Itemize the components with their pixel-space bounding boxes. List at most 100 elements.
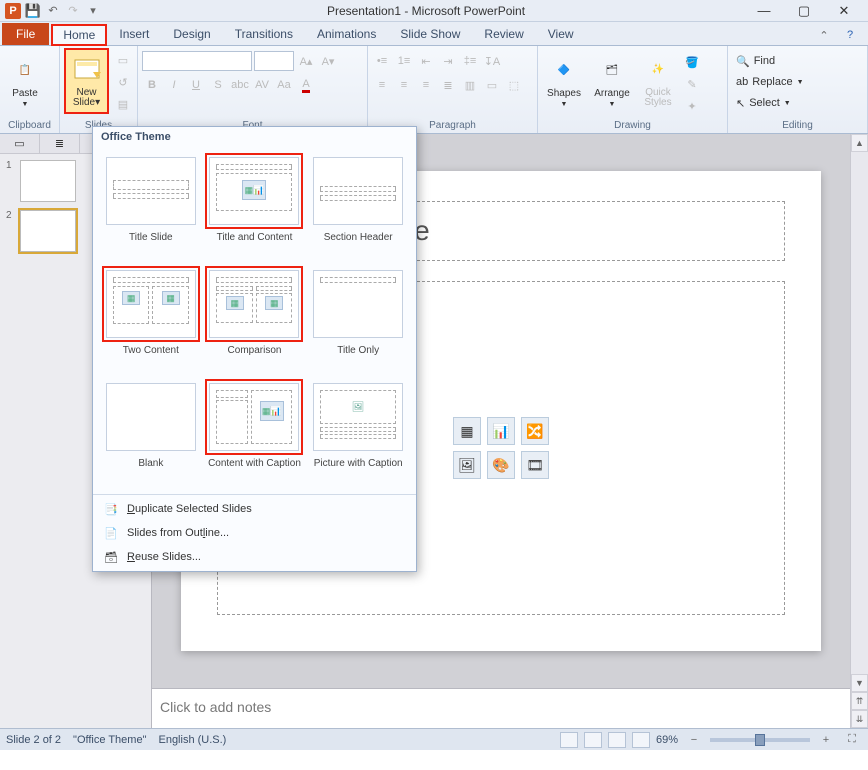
close-button[interactable]: ✕ xyxy=(830,1,858,21)
zoom-level[interactable]: 69% xyxy=(656,734,678,746)
shadow-icon[interactable]: abc xyxy=(230,75,250,95)
notes-pane[interactable]: Click to add notes xyxy=(152,688,850,728)
layout-label: Blank xyxy=(138,458,163,482)
find-button[interactable]: 🔍Find xyxy=(732,51,779,71)
insert-picture-icon[interactable]: 🖼 xyxy=(453,451,481,479)
tab-view[interactable]: View xyxy=(536,23,586,45)
tab-transitions[interactable]: Transitions xyxy=(223,23,305,45)
normal-view-button[interactable] xyxy=(560,732,578,748)
align-text-icon[interactable]: ▭ xyxy=(482,75,502,95)
font-color-icon[interactable]: A xyxy=(296,75,316,95)
align-center-icon[interactable]: ≡ xyxy=(394,75,414,95)
help-icon[interactable]: ? xyxy=(840,25,860,45)
shapes-button[interactable]: 🔷 Shapes▼ xyxy=(542,48,586,114)
decrease-font-icon[interactable]: A▾ xyxy=(318,51,338,71)
tab-home[interactable]: Home xyxy=(51,24,107,46)
layout-title-slide[interactable]: Title Slide xyxy=(99,149,203,262)
next-slide-icon[interactable]: ⇊ xyxy=(851,710,868,728)
tab-animations[interactable]: Animations xyxy=(305,23,388,45)
insert-clipart-icon[interactable]: 🎨 xyxy=(487,451,515,479)
layout-blank[interactable]: Blank xyxy=(99,375,203,488)
insert-media-icon[interactable]: 🎞 xyxy=(521,451,549,479)
layout-content-with-caption[interactable]: ▦📊 Content with Caption xyxy=(203,375,307,488)
layout-two-content[interactable]: ▦▦ Two Content xyxy=(99,262,203,375)
smartart-convert-icon[interactable]: ⬚ xyxy=(504,75,524,95)
italic-icon[interactable]: I xyxy=(164,75,184,95)
indent-increase-icon[interactable]: ⇥ xyxy=(438,51,458,71)
shape-outline-icon[interactable]: ✎ xyxy=(682,74,702,94)
minimize-button[interactable]: — xyxy=(750,1,778,21)
font-size-combo[interactable] xyxy=(254,51,294,71)
tab-file[interactable]: File xyxy=(2,23,49,45)
scroll-down-icon[interactable]: ▼ xyxy=(851,674,868,692)
reading-view-button[interactable] xyxy=(608,732,626,748)
justify-icon[interactable]: ≣ xyxy=(438,75,458,95)
shape-fill-icon[interactable]: 🪣 xyxy=(682,52,702,72)
sorter-view-button[interactable] xyxy=(584,732,602,748)
line-spacing-icon[interactable]: ‡≡ xyxy=(460,51,480,71)
spacing-icon[interactable]: AV xyxy=(252,75,272,95)
arrange-button[interactable]: 🗂 Arrange▼ xyxy=(590,48,634,114)
maximize-button[interactable]: ▢ xyxy=(790,1,818,21)
tab-slideshow[interactable]: Slide Show xyxy=(388,23,472,45)
slides-from-outline-item[interactable]: 📄 Slides from Outline... xyxy=(93,521,416,545)
layout-section-header[interactable]: Section Header xyxy=(306,149,410,262)
quick-access-toolbar: P 💾 ↶ ↷ ▾ xyxy=(0,2,102,20)
font-family-combo[interactable] xyxy=(142,51,252,71)
underline-icon[interactable]: U xyxy=(186,75,206,95)
redo-icon[interactable]: ↷ xyxy=(64,2,82,20)
columns-icon[interactable]: ▥ xyxy=(460,75,480,95)
status-language[interactable]: English (U.S.) xyxy=(158,734,226,746)
select-button[interactable]: ↖Select▼ xyxy=(732,93,795,113)
qat-customize-icon[interactable]: ▾ xyxy=(84,2,102,20)
slideshow-view-button[interactable] xyxy=(632,732,650,748)
layout-comparison[interactable]: ▦▦ Comparison xyxy=(203,262,307,375)
bullets-icon[interactable]: •≡ xyxy=(372,51,392,71)
layout-title-only[interactable]: Title Only xyxy=(306,262,410,375)
shape-effects-icon[interactable]: ✦ xyxy=(682,96,702,116)
undo-icon[interactable]: ↶ xyxy=(44,2,62,20)
zoom-out-icon[interactable]: − xyxy=(684,730,704,750)
scroll-up-icon[interactable]: ▲ xyxy=(851,134,868,152)
indent-decrease-icon[interactable]: ⇤ xyxy=(416,51,436,71)
layout-label: Content with Caption xyxy=(208,458,301,482)
replace-button[interactable]: abReplace▼ xyxy=(732,72,808,92)
vertical-scrollbar[interactable]: ▲ ▼ ⇈ ⇊ xyxy=(850,134,868,728)
fit-to-window-icon[interactable]: ⛶ xyxy=(842,730,862,750)
quick-styles-button[interactable]: ✨ Quick Styles xyxy=(638,48,678,114)
insert-chart-icon[interactable]: 📊 xyxy=(487,417,515,445)
layout-label: Section Header xyxy=(324,232,393,256)
tab-insert[interactable]: Insert xyxy=(107,23,161,45)
new-slide-button[interactable]: New Slide▾ xyxy=(64,48,109,114)
paste-button[interactable]: 📋 Paste ▼ xyxy=(4,48,46,114)
drawing-group-label: Drawing xyxy=(542,120,723,133)
strike-icon[interactable]: S xyxy=(208,75,228,95)
layout-label: Title and Content xyxy=(217,232,293,256)
text-direction-icon[interactable]: ↧A xyxy=(482,51,502,71)
insert-table-icon[interactable]: ▦ xyxy=(453,417,481,445)
numbering-icon[interactable]: 1≡ xyxy=(394,51,414,71)
prev-slide-icon[interactable]: ⇈ xyxy=(851,692,868,710)
case-icon[interactable]: Aa xyxy=(274,75,294,95)
reuse-slides-item[interactable]: 🗃 Reuse Slides... xyxy=(93,545,416,569)
replace-label: Replace xyxy=(752,76,792,88)
reset-button[interactable]: ↺ xyxy=(113,72,133,92)
insert-smartart-icon[interactable]: 🔀 xyxy=(521,417,549,445)
layout-button[interactable]: ▭ xyxy=(113,50,133,70)
zoom-slider[interactable] xyxy=(710,738,810,742)
align-left-icon[interactable]: ≡ xyxy=(372,75,392,95)
tab-review[interactable]: Review xyxy=(472,23,535,45)
save-icon[interactable]: 💾 xyxy=(24,2,42,20)
tab-design[interactable]: Design xyxy=(161,23,222,45)
section-button[interactable]: ▤ xyxy=(113,94,133,114)
align-right-icon[interactable]: ≡ xyxy=(416,75,436,95)
slides-tab[interactable]: ▭ xyxy=(0,134,40,153)
bold-icon[interactable]: B xyxy=(142,75,162,95)
duplicate-slides-item[interactable]: 📑 Duplicate Selected Slides xyxy=(93,497,416,521)
layout-title-and-content[interactable]: ▦📊 Title and Content xyxy=(203,149,307,262)
outline-tab[interactable]: ≣ xyxy=(40,134,80,153)
increase-font-icon[interactable]: A▴ xyxy=(296,51,316,71)
minimize-ribbon-icon[interactable]: ⌃ xyxy=(814,25,834,45)
zoom-in-icon[interactable]: + xyxy=(816,730,836,750)
layout-picture-with-caption[interactable]: 🖼 Picture with Caption xyxy=(306,375,410,488)
